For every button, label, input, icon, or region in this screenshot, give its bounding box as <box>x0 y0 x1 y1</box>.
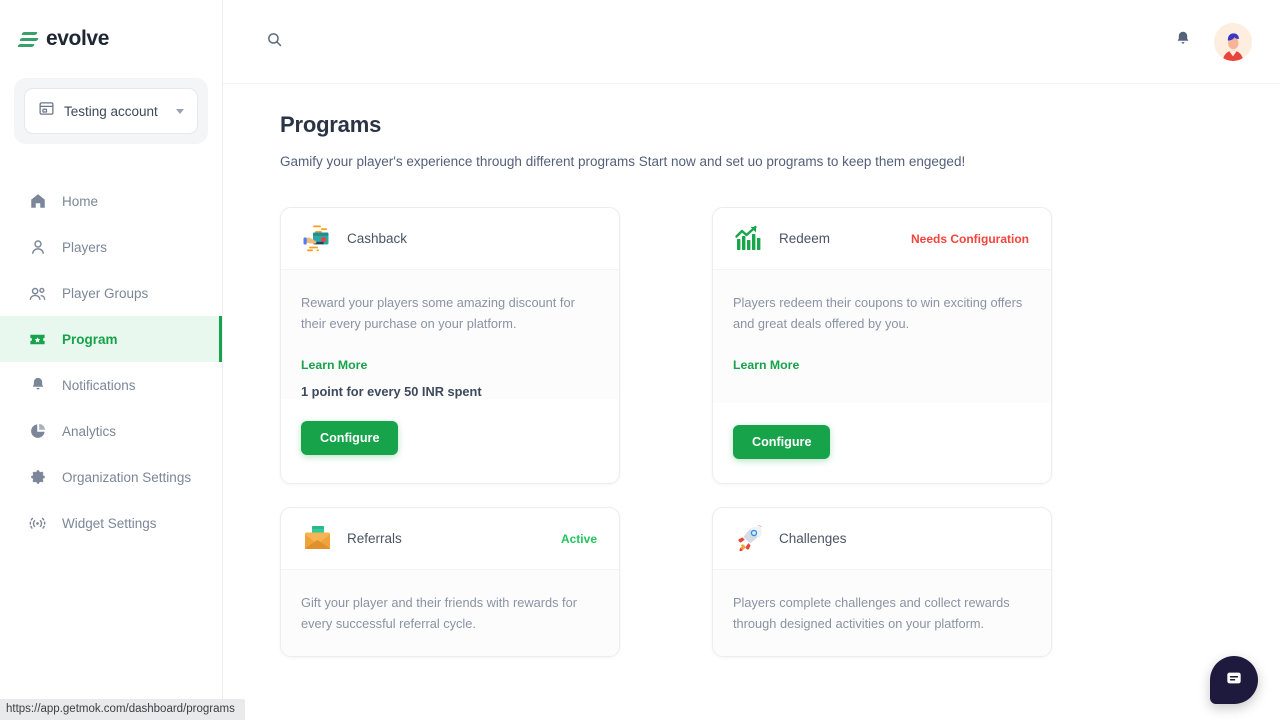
card-title: Cashback <box>347 231 408 246</box>
card-title: Challenges <box>779 531 847 546</box>
chevron-down-icon <box>176 108 184 114</box>
ticket-star-icon <box>28 330 47 349</box>
user-icon <box>28 238 47 257</box>
card-footer: Configure <box>281 399 619 479</box>
evolve-logo-icon <box>17 28 40 50</box>
sidebar: evolve Testing account Home Players Play… <box>0 0 223 720</box>
card-description: Reward your players some amazing discoun… <box>301 295 575 331</box>
card-body: Reward your players some amazing discoun… <box>281 270 619 399</box>
brand-name: evolve <box>46 27 109 50</box>
card-body: Players complete challenges and collect … <box>713 570 1051 656</box>
topbar <box>223 0 1280 84</box>
sidebar-item-widget-settings[interactable]: Widget Settings <box>0 500 222 546</box>
card-description: Gift your player and their friends with … <box>301 595 577 631</box>
program-card-cashback: Cashback Reward your players some amazin… <box>280 207 620 484</box>
page-subtitle: Gamify your player's experience through … <box>280 154 966 169</box>
sidebar-item-players[interactable]: Players <box>0 224 222 270</box>
search-icon[interactable] <box>266 31 283 53</box>
status-badge: Needs Configuration <box>910 231 1029 246</box>
program-card-referrals: Referrals Active Gift your player and th… <box>280 507 620 657</box>
configure-button[interactable]: Configure <box>301 421 399 455</box>
users-icon <box>28 284 47 303</box>
program-cards-grid: Cashback Reward your players some amazin… <box>280 207 1062 657</box>
card-header: Cashback <box>281 208 619 270</box>
page-content: Programs Gamify your player's experience… <box>223 84 1280 657</box>
sidebar-item-label: Player Groups <box>62 285 149 301</box>
configure-button[interactable]: Configure <box>733 425 831 459</box>
card-title: Redeem <box>779 231 831 246</box>
sidebar-item-home[interactable]: Home <box>0 178 222 224</box>
account-name: Testing account <box>64 103 158 119</box>
bell-icon <box>28 376 47 395</box>
status-badge: Active <box>560 531 597 546</box>
card-body: Players redeem their coupons to win exci… <box>713 270 1051 403</box>
avatar[interactable] <box>1214 22 1252 61</box>
card-body: Gift your player and their friends with … <box>281 570 619 656</box>
sidebar-nav: Home Players Player Groups Program Notif… <box>0 178 222 546</box>
sidebar-item-label: Analytics <box>62 423 117 439</box>
sidebar-item-player-groups[interactable]: Player Groups <box>0 270 222 316</box>
pie-chart-icon <box>28 422 47 441</box>
account-selector[interactable]: Testing account <box>24 88 198 134</box>
chart-growth-icon <box>733 222 766 255</box>
store-icon <box>38 100 55 122</box>
card-title: Referrals <box>347 531 402 546</box>
sidebar-item-label: Home <box>62 193 99 209</box>
page-title: Programs <box>280 112 382 137</box>
program-card-challenges: Challenges Players complete challenges a… <box>712 507 1052 657</box>
envelope-money-icon <box>301 522 334 555</box>
home-icon <box>28 192 47 211</box>
sidebar-item-label: Organization Settings <box>62 469 192 485</box>
learn-more-link[interactable]: Learn More <box>733 358 799 372</box>
gear-icon <box>28 468 47 487</box>
chat-widget-button[interactable] <box>1210 656 1258 704</box>
account-selector-wrap: Testing account <box>14 78 208 144</box>
avatar-illustration-icon <box>1214 22 1252 61</box>
card-rule <box>733 384 1029 403</box>
card-description: Players complete challenges and collect … <box>733 595 1010 631</box>
card-header: Referrals Active <box>281 508 619 570</box>
sidebar-item-label: Program <box>62 331 118 347</box>
program-card-redeem: Redeem Needs Configuration Players redee… <box>712 207 1052 484</box>
card-header: Challenges <box>713 508 1051 570</box>
app-root: evolve Testing account Home Players Play… <box>0 0 1280 720</box>
card-rule: 1 point for every 50 INR spent <box>301 384 482 399</box>
card-description: Players redeem their coupons to win exci… <box>733 295 1023 331</box>
main-area: Programs Gamify your player's experience… <box>223 0 1280 720</box>
sidebar-item-program[interactable]: Program <box>0 316 222 362</box>
rocket-icon <box>733 522 766 555</box>
sidebar-item-label: Notifications <box>62 377 136 393</box>
sidebar-item-organization-settings[interactable]: Organization Settings <box>0 454 222 500</box>
sidebar-item-analytics[interactable]: Analytics <box>0 408 222 454</box>
notification-bell-icon[interactable] <box>1174 30 1192 53</box>
learn-more-link[interactable]: Learn More <box>301 358 367 372</box>
broadcast-icon <box>28 514 47 533</box>
sidebar-item-label: Players <box>62 239 108 255</box>
card-header: Redeem Needs Configuration <box>713 208 1051 270</box>
brand-logo[interactable]: evolve <box>0 0 222 54</box>
chat-bubble-icon <box>1224 668 1244 693</box>
status-bar-url: https://app.getmok.com/dashboard/program… <box>0 699 245 720</box>
cashback-icon <box>301 222 334 255</box>
sidebar-item-label: Widget Settings <box>62 515 157 531</box>
card-footer: Configure <box>713 403 1051 483</box>
sidebar-item-notifications[interactable]: Notifications <box>0 362 222 408</box>
